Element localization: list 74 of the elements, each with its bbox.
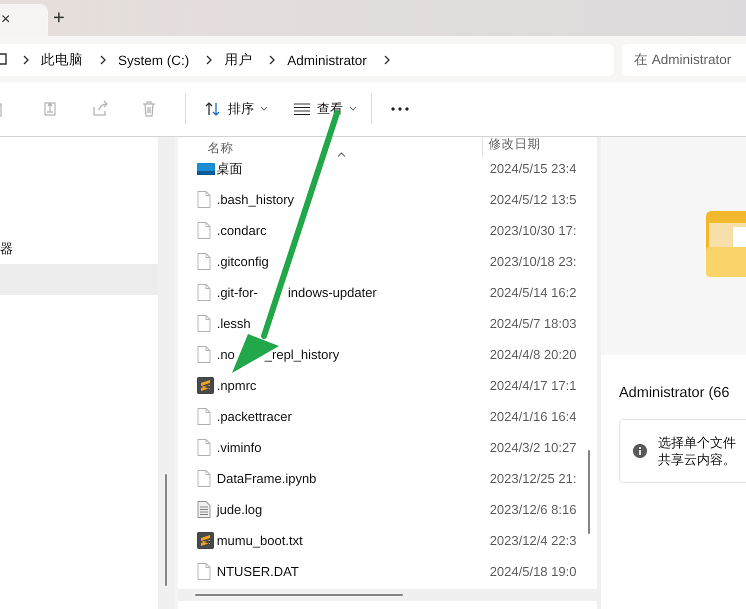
file-name[interactable]: mumu_boot.txt [216, 533, 303, 548]
text-file-icon [196, 501, 211, 518]
list-view-icon [294, 103, 310, 115]
new-tab-button[interactable]: + [45, 6, 73, 30]
modified-date: 2024/5/18 19:0 [490, 564, 576, 579]
file-icon [196, 315, 211, 332]
modified-date: 2024/5/12 13:5 [490, 192, 576, 207]
modified-date: 2024/3/2 10:27 [490, 440, 576, 455]
horizontal-scrollbar[interactable] [178, 589, 597, 601]
chevron-icon [268, 54, 276, 66]
preview-title: Administrator (66 [619, 385, 730, 401]
breadcrumb-bar[interactable]: 此电脑 System (C:) 用户 Administrator [0, 44, 614, 76]
file-icon [196, 470, 211, 487]
sublime-file-icon [196, 532, 214, 549]
modified-date: 2023/10/30 17: [490, 223, 576, 238]
caret-icon [260, 106, 268, 112]
modified-date: 2024/1/16 16:4 [490, 409, 576, 424]
chevron-icon [205, 54, 214, 66]
modified-date: 2023/10/18 23: [490, 254, 576, 269]
file-icon [196, 346, 211, 363]
modified-date: 2024/5/7 18:03 [490, 316, 576, 331]
modified-date: 2023/12/6 8:16 [490, 502, 576, 517]
file-icon [196, 439, 211, 456]
nav-item[interactable]: 器 [0, 233, 158, 264]
file-name[interactable]: .lessh [216, 316, 251, 331]
modified-date: 2024/5/14 16:2 [490, 285, 576, 300]
chevron-icon [99, 54, 107, 66]
file-name[interactable]: .no _repl_history [216, 347, 340, 362]
file-icon [196, 284, 211, 301]
file-icon [196, 253, 211, 270]
modified-date: 2024/5/15 23:4 [490, 161, 576, 176]
file-icon [196, 191, 211, 208]
file-icon [196, 563, 211, 580]
caret-icon [349, 106, 357, 112]
column-header[interactable]: 名称 [208, 140, 234, 157]
browser-tab[interactable]: × [0, 4, 48, 36]
sublime-file-icon [196, 377, 214, 394]
file-name[interactable]: .packettracer [216, 409, 292, 424]
info-icon [633, 444, 647, 458]
file-name[interactable]: .npmrc [216, 378, 256, 393]
file-name[interactable]: .gitconfig [216, 254, 269, 269]
breadcrumb-item[interactable]: 此电脑 [30, 51, 99, 69]
file-name[interactable]: .git-for- indows-updater [216, 285, 377, 300]
file-name[interactable]: .bash_history [216, 192, 294, 207]
breadcrumb-item[interactable]: Administrator [276, 52, 383, 68]
desktop-folder-icon [196, 162, 215, 174]
sort-button[interactable]: 排序 [199, 96, 274, 122]
more-icon [391, 107, 409, 111]
breadcrumb-item[interactable]: 用户 [213, 51, 268, 69]
file-name[interactable]: DataFrame.ipynb [216, 471, 316, 486]
column-header[interactable]: 修改日期 [488, 136, 541, 153]
scrollbar[interactable] [158, 137, 175, 609]
info-text: 选择单个文件 共享云内容。 [658, 434, 736, 468]
modified-date: 2023/12/4 22:3 [490, 533, 576, 548]
monitor-icon [0, 53, 8, 67]
breadcrumb-item[interactable]: System (C:) [107, 52, 206, 68]
chevron-icon [382, 54, 391, 66]
close-tab-button[interactable]: × [1, 11, 10, 29]
file-name[interactable]: jude.log [216, 502, 262, 517]
file-icon [196, 408, 211, 425]
trash-icon [140, 99, 158, 119]
file-icon [196, 222, 211, 239]
modified-date: 2024/4/17 17:1 [490, 378, 576, 393]
search-field[interactable]: 在 Administrator [622, 44, 746, 76]
scrollbar-thumb[interactable] [588, 450, 590, 534]
chevron-icon [22, 54, 30, 66]
file-name[interactable]: .condarc [216, 223, 267, 238]
modified-date: 2024/4/8 20:20 [490, 347, 576, 362]
file-name[interactable]: NTUSER.DAT [216, 564, 299, 579]
sort-caret-icon [336, 152, 346, 157]
modified-date: 2023/12/25 21: [490, 471, 576, 486]
sort-icon [205, 101, 221, 117]
file-name[interactable]: 桌面 [216, 160, 243, 178]
file-name[interactable]: .viminfo [216, 440, 262, 455]
